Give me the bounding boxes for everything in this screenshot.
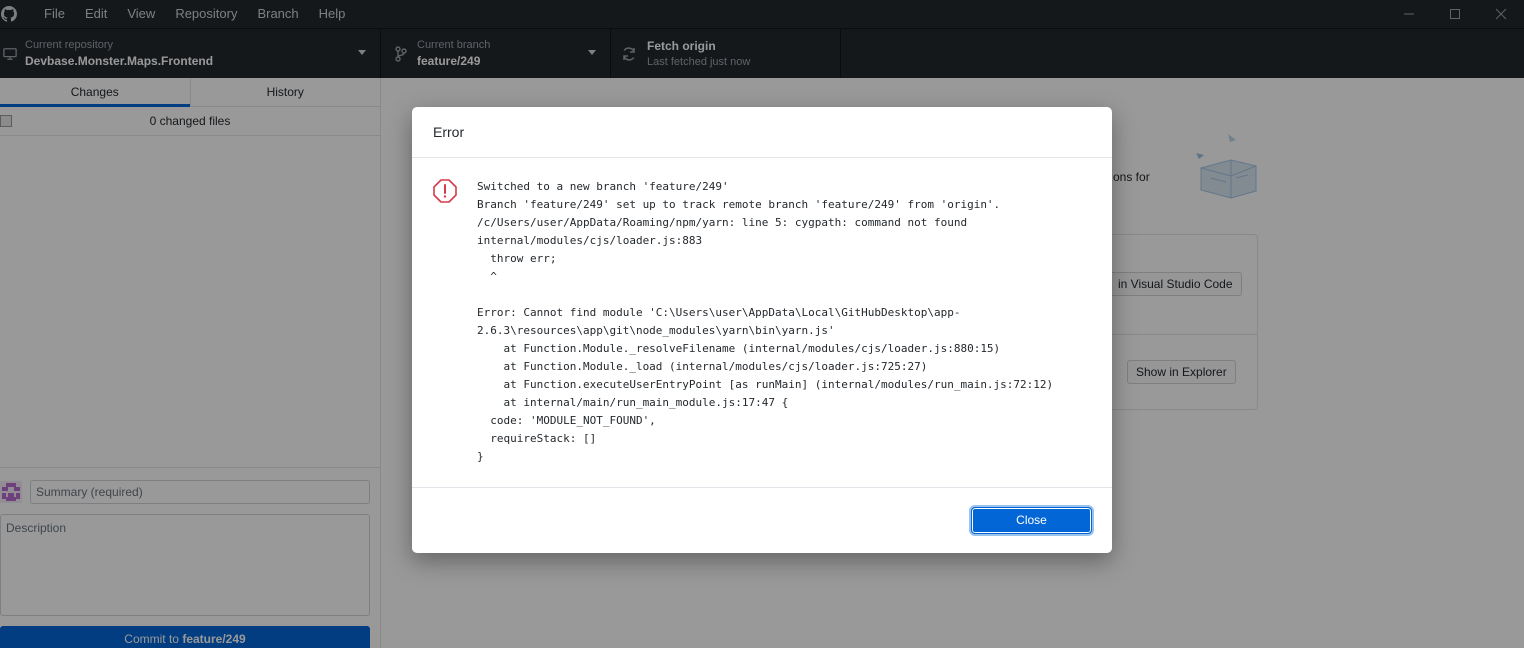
error-dialog: Error Switched to a new branch 'feature/…	[412, 107, 1112, 553]
error-message: Switched to a new branch 'feature/249' B…	[477, 180, 1054, 463]
close-button[interactable]: Close	[971, 507, 1092, 534]
error-icon	[433, 179, 457, 203]
dialog-footer: Close	[412, 487, 1112, 553]
dialog-body: Switched to a new branch 'feature/249' B…	[412, 158, 1112, 487]
dialog-title: Error	[433, 124, 465, 140]
dialog-header: Error	[412, 107, 1112, 158]
